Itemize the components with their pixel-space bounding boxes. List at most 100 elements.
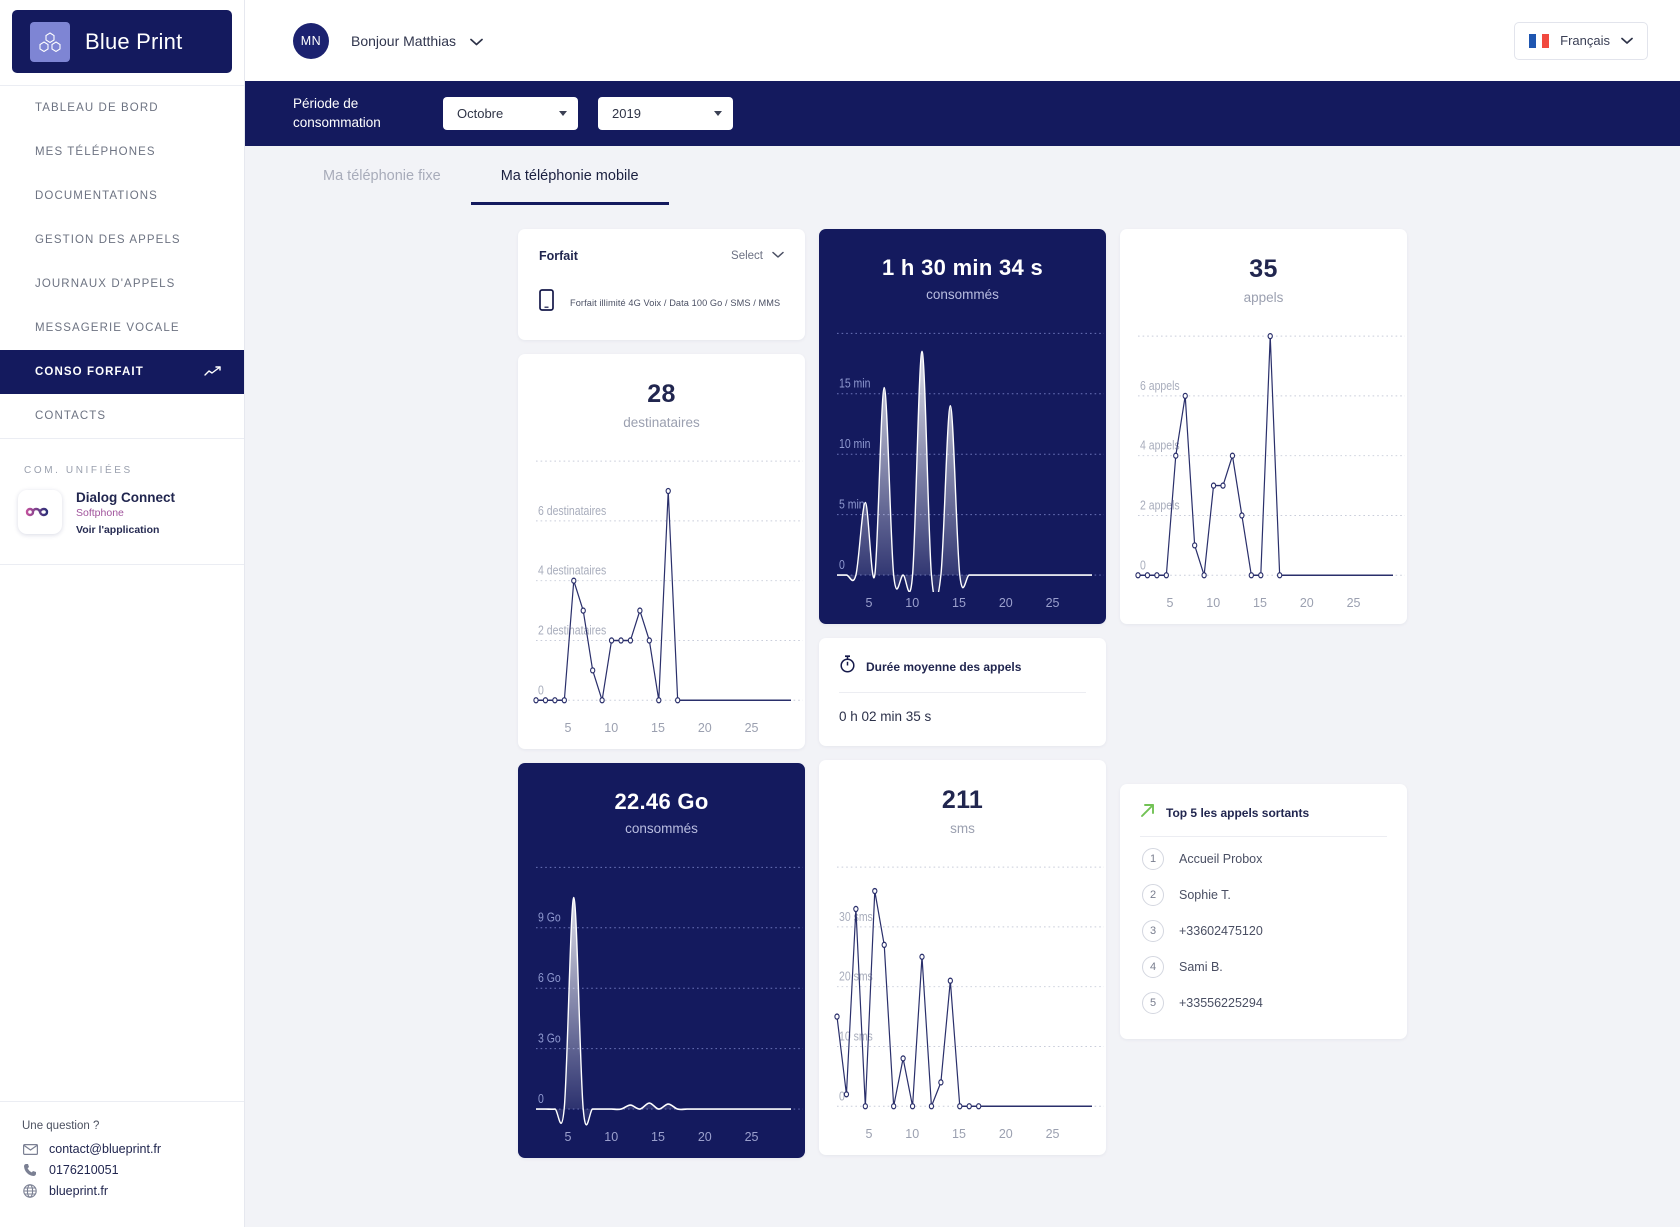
x-tick-label: 15 [952, 596, 966, 610]
x-tick-label: 15 [952, 1127, 966, 1141]
sidebar-item-label: JOURNAUX D'APPELS [35, 278, 176, 290]
duree-value: 0 h 02 min 35 s [839, 709, 932, 724]
x-tick-label: 25 [1045, 1127, 1060, 1141]
sidebar-item-contacts[interactable]: CONTACTS [0, 394, 244, 438]
brand-name: Blue Print [85, 28, 183, 54]
chart-card-appels: 35 appels 0 2 appels 4 appels 6 appels 5 10 1… [1120, 229, 1407, 624]
chart-value: 1 h 30 min 34 s [881, 255, 1044, 280]
chart-plot: 0 10 sms 20 sms 30 sms [819, 848, 1106, 1123]
svg-text:2 destinataires: 2 destinataires [538, 625, 606, 638]
svg-text:4 destinataires: 4 destinataires [538, 565, 606, 578]
svg-text:3 Go: 3 Go [538, 1032, 561, 1046]
contact-email-row[interactable]: contact@blueprint.fr [22, 1142, 244, 1156]
contact-name: Accueil Probox [1179, 852, 1263, 866]
tab-telephonie-fixe[interactable]: Ma téléphonie fixe [293, 146, 471, 205]
chart-x-axis: 5 10 15 20 25 [1120, 592, 1407, 624]
forfait-title: Forfait [539, 249, 578, 263]
greeting-text: Bonjour Matthias [351, 33, 483, 49]
svg-text:15 min: 15 min [839, 377, 870, 391]
duree-moyenne-card: Durée moyenne des appels 0 h 02 min 35 s [819, 638, 1106, 746]
rank-badge: 5 [1142, 992, 1164, 1014]
greeting-label: Bonjour Matthias [351, 32, 457, 49]
forfait-description: Forfait illimité 4G Voix / Data 100 Go /… [570, 297, 781, 308]
chart-plot: 0 3 Go 6 Go 9 Go [518, 848, 805, 1126]
tab-telephonie-mobile[interactable]: Ma téléphonie mobile [470, 146, 669, 205]
column-middle: 1 h 30 min 34 s consommés 0 5 min 10 min 15… [819, 229, 1106, 1158]
chevron-down-icon [559, 111, 567, 116]
contact-name: Sami B. [1179, 960, 1223, 974]
chart-x-axis: 5 10 15 20 25 [518, 1126, 805, 1158]
contact-phone-row[interactable]: 0176210051 [22, 1163, 244, 1177]
chart-unit: destinataires [623, 415, 700, 430]
question-label: Une question ? [22, 1120, 100, 1132]
sidebar-item-label: CONTACTS [35, 410, 107, 422]
dialog-connect-card[interactable]: Dialog Connect Softphone Voir l'applicat… [0, 490, 244, 564]
svg-text:5 min: 5 min [839, 498, 865, 512]
cards-grid: Forfait Select Forfait illimité 4G Voix … [293, 229, 1632, 1158]
sidebar-item-label: GESTION DES APPELS [35, 234, 181, 246]
x-tick-label: 15 [651, 1130, 665, 1144]
forfait-select-label: Select [731, 250, 763, 262]
sidebar-footer: Une question ? contact@blueprint.fr 0176… [0, 1101, 244, 1227]
svg-text:0: 0 [538, 685, 544, 698]
x-tick-label: 5 [1166, 596, 1174, 610]
stopwatch-icon [839, 655, 856, 678]
sidebar-item-label: CONSO FORFAIT [35, 366, 144, 378]
sidebar-item-mes-telephones[interactable]: MES TÉLÉPHONES [0, 130, 244, 174]
user-menu[interactable]: MN Bonjour Matthias [293, 22, 483, 59]
svg-text:6 appels: 6 appels [1140, 380, 1180, 393]
list-item[interactable]: 5 +33556225294 [1140, 981, 1387, 1017]
sidebar-item-gestion-des-appels[interactable]: GESTION DES APPELS [0, 218, 244, 262]
sidebar-item-documentations[interactable]: DOCUMENTATIONS [0, 174, 244, 218]
year-select[interactable]: 2019 [598, 97, 733, 130]
tab-bar: Ma téléphonie fixe Ma téléphonie mobile [245, 146, 1680, 205]
svg-text:9 Go: 9 Go [538, 911, 561, 925]
svg-text:2 appels: 2 appels [1140, 500, 1180, 513]
language-selector[interactable]: Français [1514, 21, 1648, 60]
chart-plot: 0 5 min 10 min 15 min [819, 314, 1106, 592]
list-item[interactable]: 3 +33602475120 [1140, 909, 1387, 945]
logo-container[interactable]: Blue Print [0, 0, 244, 85]
svg-text:0: 0 [839, 558, 845, 572]
forfait-select[interactable]: Select [731, 250, 784, 262]
chart-card-data: 22.46 Go consommés 0 3 Go 6 Go 9 Go 5 10 15 20… [518, 763, 805, 1158]
avatar: MN [293, 22, 329, 59]
x-tick-label: 20 [998, 596, 1013, 610]
rank-badge: 1 [1142, 848, 1164, 870]
list-item[interactable]: 1 Accueil Probox [1140, 837, 1387, 873]
sidebar-item-label: MES TÉLÉPHONES [35, 146, 156, 158]
x-tick-label: 25 [744, 721, 759, 735]
list-item[interactable]: 2 Sophie T. [1140, 873, 1387, 909]
sidebar-nav: TABLEAU DE BORD MES TÉLÉPHONES DOCUMENTA… [0, 85, 244, 438]
duree-title: Durée moyenne des appels [866, 659, 1022, 674]
column-right: 35 appels 02 appels 4 appels 6 appels 5 10 1… [1120, 229, 1407, 1158]
section-heading: COM. UNIFIÉES [24, 465, 133, 476]
chart-card-sms: 211 sms 0 10 sms 20 sms 30 sms 5 10 15 20 25 [819, 760, 1106, 1155]
month-select[interactable]: Octobre [443, 97, 578, 130]
period-bar: Période de consommation Octobre 2019 [245, 81, 1680, 146]
top5-title: Top 5 les appels sortants [1166, 805, 1310, 820]
arrow-up-right-icon [1140, 802, 1156, 823]
x-tick-label: 5 [865, 1127, 873, 1141]
x-tick-label: 20 [697, 1130, 712, 1144]
rank-badge: 2 [1142, 884, 1164, 906]
rank-badge: 4 [1142, 956, 1164, 978]
blueprint-logo-icon [30, 21, 70, 62]
year-value: 2019 [612, 106, 641, 121]
month-value: Octobre [457, 106, 504, 121]
chart-card-duree: 1 h 30 min 34 s consommés 0 5 min 10 min 15… [819, 229, 1106, 624]
svg-text:0: 0 [538, 1092, 544, 1106]
website-row[interactable]: blueprint.fr [22, 1184, 244, 1198]
sidebar-item-tableau-de-bord[interactable]: TABLEAU DE BORD [0, 86, 244, 130]
app-root: Blue Print TABLEAU DE BORD MES TÉLÉPHONE… [0, 0, 1680, 1227]
sidebar-item-messagerie-vocale[interactable]: MESSAGERIE VOCALE [0, 306, 244, 350]
x-tick-label: 10 [604, 721, 619, 735]
sidebar-item-journaux-dappels[interactable]: JOURNAUX D'APPELS [0, 262, 244, 306]
french-flag-icon [1529, 33, 1550, 48]
sidebar-item-conso-forfait[interactable]: CONSO FORFAIT [0, 350, 244, 394]
list-item[interactable]: 4 Sami B. [1140, 945, 1387, 981]
view-application-link[interactable]: Voir l'application [76, 524, 175, 536]
main-area: MN Bonjour Matthias Français Période de … [245, 0, 1680, 1227]
svg-text:10 min: 10 min [839, 437, 870, 451]
x-tick-label: 15 [1253, 596, 1267, 610]
